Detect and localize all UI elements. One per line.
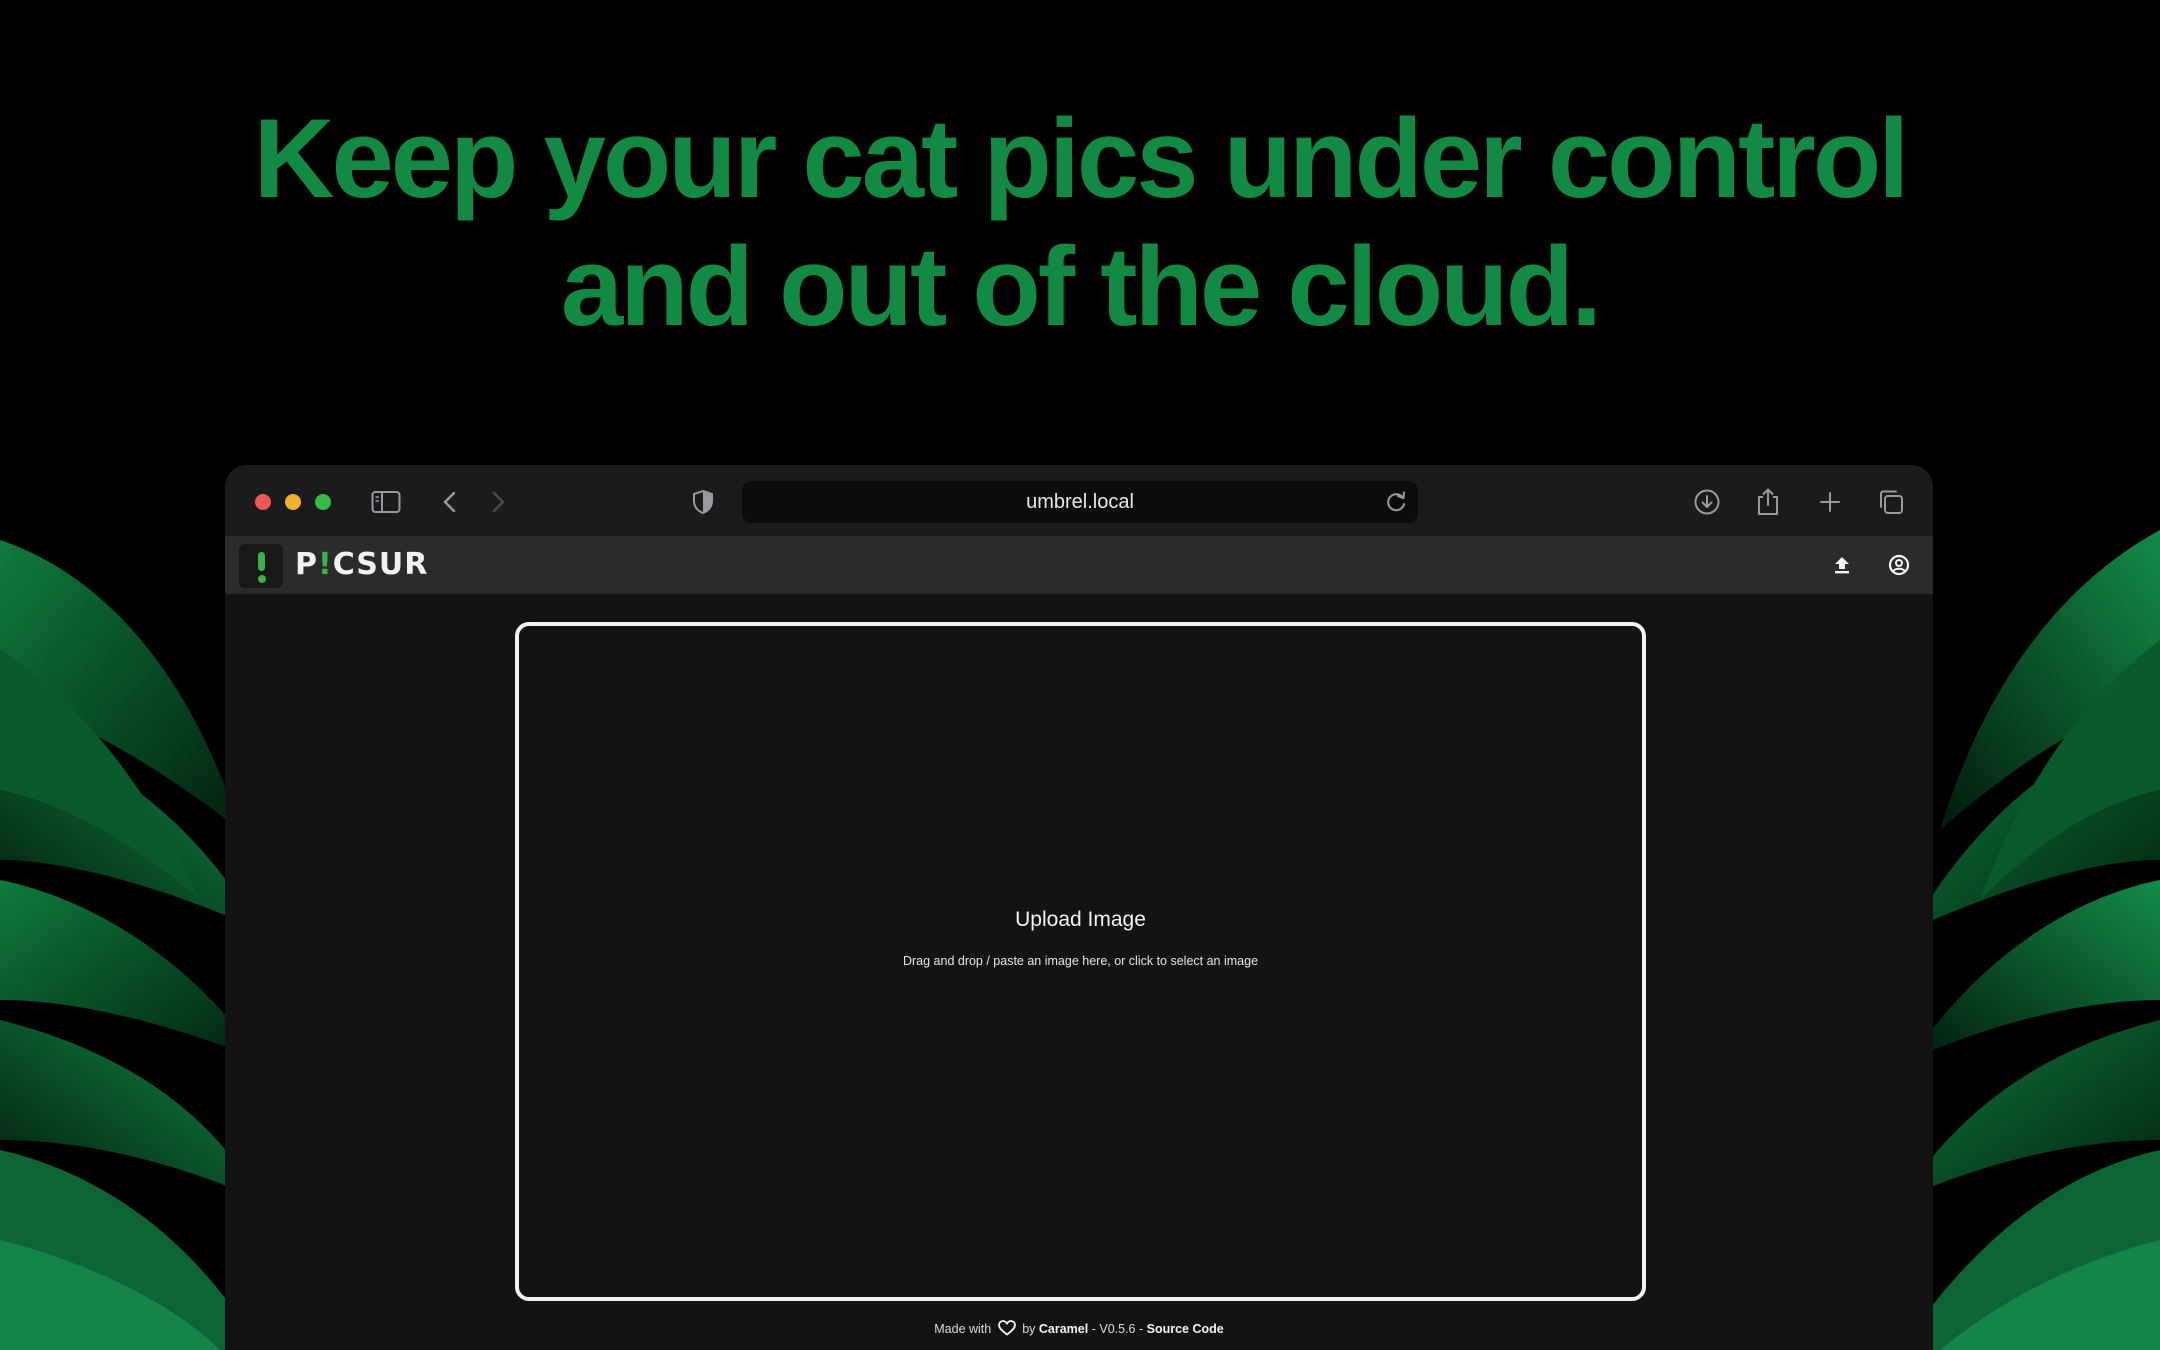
picsur-logo-icon[interactable] (239, 544, 283, 588)
logo-text-i: ! (318, 547, 333, 582)
browser-titlebar: umbrel.local (225, 465, 1933, 537)
hero-line-2: and out of the cloud. (560, 224, 1602, 349)
footer-source-code-link[interactable]: Source Code (1147, 1322, 1224, 1336)
url-text: umbrel.local (1026, 491, 1134, 513)
new-tab-icon[interactable] (1813, 485, 1847, 519)
share-icon[interactable] (1751, 485, 1785, 519)
logo-text-rest: CSUR (332, 547, 429, 582)
back-icon[interactable] (433, 485, 467, 519)
address-bar[interactable]: umbrel.local (742, 481, 1418, 523)
hero-line-1: Keep your cat pics under control (253, 96, 1910, 221)
close-window-button[interactable] (255, 494, 271, 510)
decorative-leaves-right (1900, 530, 2160, 1350)
zoom-window-button[interactable] (315, 494, 331, 510)
app-header: P!CSUR (225, 537, 1933, 594)
upload-icon[interactable] (1828, 551, 1856, 579)
picsur-logo-text[interactable]: P!CSUR (295, 545, 428, 585)
forward-icon[interactable] (481, 485, 515, 519)
browser-window: umbrel.local P!CSUR Upload Image Drag an… (225, 465, 1933, 1350)
decorative-leaves-left (0, 540, 260, 1350)
footer-made-with: Made with (934, 1322, 992, 1336)
logo-text-p: P (295, 547, 318, 582)
heart-icon (997, 1320, 1016, 1341)
footer-author-link[interactable]: Caramel (1039, 1322, 1088, 1336)
upload-title: Upload Image (1015, 908, 1146, 931)
footer-by: by (1022, 1322, 1036, 1336)
hero-headline: Keep your cat pics under control and out… (0, 95, 2160, 351)
app-footer: Made with by Caramel - V0.5.6 - Source C… (225, 1320, 1933, 1341)
upload-subtitle: Drag and drop / paste an image here, or … (902, 954, 1259, 968)
download-icon[interactable] (1690, 485, 1724, 519)
footer-version: - V0.5.6 - (1091, 1322, 1144, 1336)
sidebar-icon[interactable] (369, 485, 403, 519)
upload-dropzone[interactable]: Upload Image Drag and drop / paste an im… (515, 622, 1646, 1301)
tabs-overview-icon[interactable] (1874, 485, 1908, 519)
reload-icon[interactable] (1384, 489, 1410, 515)
account-icon[interactable] (1885, 551, 1913, 579)
shield-icon[interactable] (686, 485, 720, 519)
minimize-window-button[interactable] (285, 494, 301, 510)
